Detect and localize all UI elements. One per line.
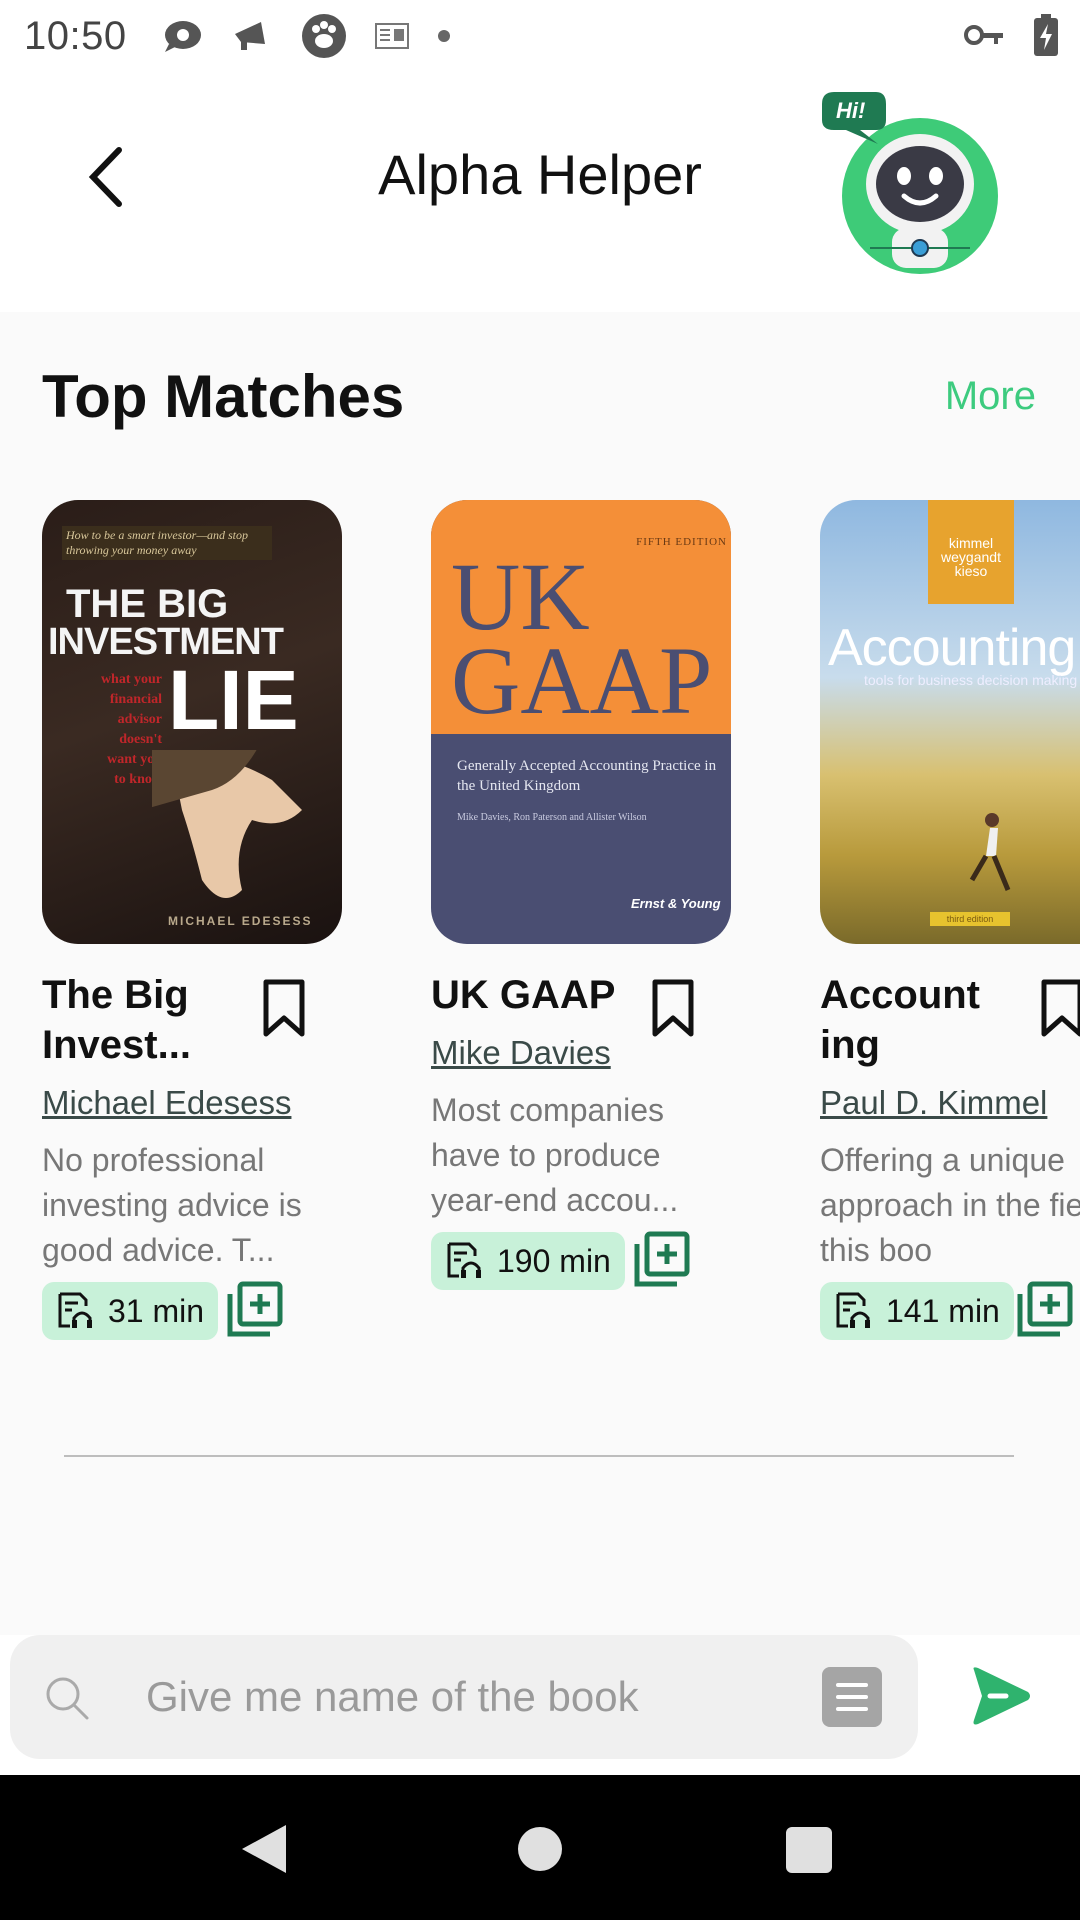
cover-subtitle: tools for business decision making xyxy=(864,672,1078,688)
status-bar: 10:50 xyxy=(0,0,1080,72)
cover-title: Accounting xyxy=(828,619,1076,677)
duration-label: 31 min xyxy=(108,1292,205,1329)
cover-author: MICHAEL EDESESS xyxy=(168,914,313,928)
cover-tagline: How to be a smart investor—and stop thro… xyxy=(62,526,272,560)
cover-edition: third edition xyxy=(930,912,1010,926)
audiobook-icon xyxy=(447,1242,481,1278)
cover-hand-illustration xyxy=(152,750,302,898)
vpn-key-icon xyxy=(964,25,1003,45)
bookmark-icon[interactable] xyxy=(260,978,308,1038)
cover-edition: FIFTH EDITION xyxy=(636,536,727,548)
status-notification-icons xyxy=(161,13,451,59)
book-cover[interactable]: How to be a smart investor—and stop thro… xyxy=(42,500,342,944)
status-time: 10:50 xyxy=(24,13,127,58)
cover-subtitle: Generally Accepted Accounting Practice i… xyxy=(457,758,717,794)
audiobook-icon xyxy=(58,1292,92,1328)
book-card[interactable]: FIFTH EDITION UK GAAP Generally Accepted… xyxy=(431,500,751,1290)
book-cover[interactable]: FIFTH EDITION UK GAAP Generally Accepted… xyxy=(431,500,731,944)
duration-chip: 141 min xyxy=(820,1282,1014,1340)
bookmark-icon[interactable] xyxy=(649,978,697,1038)
audiobook-icon xyxy=(836,1292,870,1328)
duration-label: 190 min xyxy=(497,1242,611,1279)
book-description: Most companies have to produce year-end … xyxy=(431,1092,679,1218)
cover-title-line3: LIE xyxy=(168,653,299,747)
book-card[interactable]: kimmel weygandt kieso Accounting tools f… xyxy=(820,500,1080,1400)
section-divider xyxy=(64,1455,1014,1457)
cover-authors: Mike Davies, Ron Paterson and Allister W… xyxy=(457,812,647,823)
section-title: Top Matches xyxy=(42,363,405,430)
duration-label: 141 min xyxy=(886,1292,1000,1329)
paw-icon xyxy=(301,14,346,58)
add-to-list-icon[interactable] xyxy=(1016,1280,1074,1338)
megaphone-icon xyxy=(234,22,265,50)
book-description: Offering a unique approach in the field,… xyxy=(820,1142,1080,1268)
book-card[interactable]: How to be a smart investor—and stop thro… xyxy=(42,500,362,1340)
send-button[interactable] xyxy=(968,1664,1032,1728)
nav-recents-icon[interactable] xyxy=(786,1827,832,1873)
dot-icon xyxy=(437,30,450,42)
app-header: Alpha Helper Hi! xyxy=(0,72,1080,312)
assistant-bot-avatar[interactable]: Hi! xyxy=(820,84,1000,284)
book-title[interactable]: UK GAAP xyxy=(431,970,651,1020)
cover-publisher: Ernst & Young xyxy=(631,896,721,911)
system-nav-bar xyxy=(0,1775,1080,1920)
book-author[interactable]: Mike Davies xyxy=(431,1034,611,1072)
cover-title-line2: GAAP xyxy=(451,627,713,734)
nav-back-icon[interactable] xyxy=(240,1823,288,1875)
duration-chip: 31 min xyxy=(42,1282,219,1340)
bookmark-icon[interactable] xyxy=(1038,978,1080,1038)
chat-composer xyxy=(10,1635,918,1759)
status-system-icons xyxy=(964,14,1058,56)
add-to-list-icon[interactable] xyxy=(226,1280,284,1338)
book-author[interactable]: Paul D. Kimmel xyxy=(820,1084,1047,1122)
add-to-list-icon[interactable] xyxy=(633,1230,691,1288)
search-icon xyxy=(46,1677,89,1720)
book-title[interactable]: Account ing xyxy=(820,970,1010,1070)
top-matches-section: Top Matches More How to be a smart inves… xyxy=(0,312,1080,1635)
book-title[interactable]: The Big Invest... xyxy=(42,970,262,1070)
menu-icon[interactable] xyxy=(822,1667,882,1727)
nav-home-icon[interactable] xyxy=(518,1827,562,1871)
message-input[interactable] xyxy=(146,1665,786,1729)
book-description: No professional investing advice is good… xyxy=(42,1142,302,1268)
cover-subtitle: what your financial advisor doesn't want… xyxy=(100,672,162,787)
reader-icon xyxy=(374,23,409,49)
book-cover[interactable]: kimmel weygandt kieso Accounting tools f… xyxy=(820,500,1080,944)
message-icon xyxy=(164,21,201,52)
duration-chip: 190 min xyxy=(431,1232,625,1290)
bot-greeting: Hi! xyxy=(836,98,866,123)
more-link[interactable]: More xyxy=(945,374,1036,419)
cover-authors: kimmel weygandt kieso xyxy=(928,500,1014,604)
cover-title-line1: THE BIG xyxy=(66,582,229,626)
cover-runner-illustration xyxy=(969,813,1011,891)
book-author[interactable]: Michael Edesess xyxy=(42,1084,291,1122)
battery-charging-icon xyxy=(1034,14,1058,56)
